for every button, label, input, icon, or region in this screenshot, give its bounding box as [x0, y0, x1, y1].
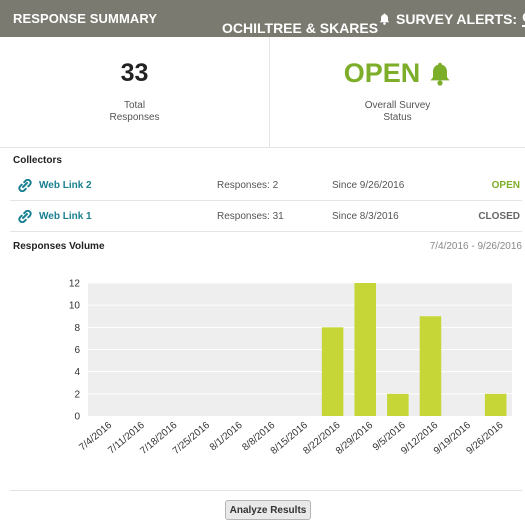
survey-status-panel: OPEN Overall Survey Status — [270, 37, 525, 148]
y-tick-label: 2 — [74, 389, 80, 400]
total-responses-value: 33 — [120, 59, 149, 87]
volume-date-range: 7/4/2016 - 9/26/2016 — [429, 241, 522, 252]
survey-status: OPEN — [270, 58, 525, 89]
total-label-line2: Responses — [109, 112, 160, 123]
total-responses-label: Total Responses — [0, 100, 269, 124]
survey-status-value: OPEN — [343, 58, 421, 88]
y-tick-label: 0 — [74, 412, 80, 423]
alerts-label: SURVEY ALERTS: — [396, 10, 518, 27]
collector-link-web-link-2[interactable]: Web Link 2 — [39, 180, 92, 191]
collector-status: OPEN — [491, 180, 520, 191]
bar-8/22/2016[interactable] — [321, 327, 344, 416]
footer-divider — [10, 490, 522, 491]
volume-heading: Responses Volume — [13, 241, 105, 252]
bar-9/26/2016[interactable] — [484, 393, 507, 416]
collector-since: Since 9/26/2016 — [332, 180, 405, 191]
x-tick-label: 7/25/2016 — [171, 420, 212, 457]
collectors-heading: Collectors — [13, 155, 62, 166]
status-label-line1: Overall Survey — [364, 100, 431, 111]
survey-status-label: Overall Survey Status — [270, 100, 525, 124]
responses-volume-chart: 0246810127/4/20167/11/20167/18/20167/25/… — [69, 279, 512, 457]
analyze-results-button[interactable]: Analyze Results — [225, 500, 311, 520]
total-label-line1: Total — [123, 100, 146, 111]
collector-since: Since 8/3/2016 — [332, 211, 399, 222]
collector-responses: Responses: 31 — [217, 211, 284, 222]
x-tick-label: 8/29/2016 — [334, 420, 375, 457]
y-tick-label: 4 — [74, 367, 80, 378]
bar-9/12/2016[interactable] — [419, 316, 442, 416]
bar-9/5/2016[interactable] — [387, 393, 409, 416]
summary-header: RESPONSE SUMMARY OCHILTREE & SKARES SURV… — [0, 0, 525, 37]
y-tick-label: 8 — [74, 323, 80, 334]
header-title: RESPONSE SUMMARY — [13, 11, 158, 26]
x-tick-label: 9/26/2016 — [464, 420, 505, 457]
collector-link-web-link-1[interactable]: Web Link 1 — [39, 211, 92, 222]
bar-8/29/2016[interactable] — [354, 283, 376, 416]
y-tick-label: 6 — [74, 345, 80, 356]
collector-row: Web Link 2 Responses: 2 Since 9/26/2016 … — [10, 170, 522, 201]
collector-status: CLOSED — [478, 211, 520, 222]
y-tick-label: 10 — [69, 301, 81, 312]
bell-icon — [379, 13, 390, 25]
collector-row: Web Link 1 Responses: 31 Since 8/3/2016 … — [10, 201, 522, 232]
summary-stats: 33 Total Responses OPEN Overall Survey S… — [0, 37, 525, 148]
y-tick-label: 12 — [69, 279, 81, 290]
x-tick-label: 8/1/2016 — [208, 420, 245, 454]
link-icon — [18, 179, 32, 192]
bell-icon — [430, 62, 450, 86]
survey-name: OCHILTREE & SKARES — [222, 20, 379, 36]
collector-responses: Responses: 2 — [217, 180, 279, 191]
link-icon — [18, 210, 32, 223]
survey-alerts: SURVEY ALERTS: ON — [379, 10, 525, 27]
total-responses-panel: 33 Total Responses — [0, 37, 269, 148]
status-label-line2: Status — [383, 112, 412, 123]
